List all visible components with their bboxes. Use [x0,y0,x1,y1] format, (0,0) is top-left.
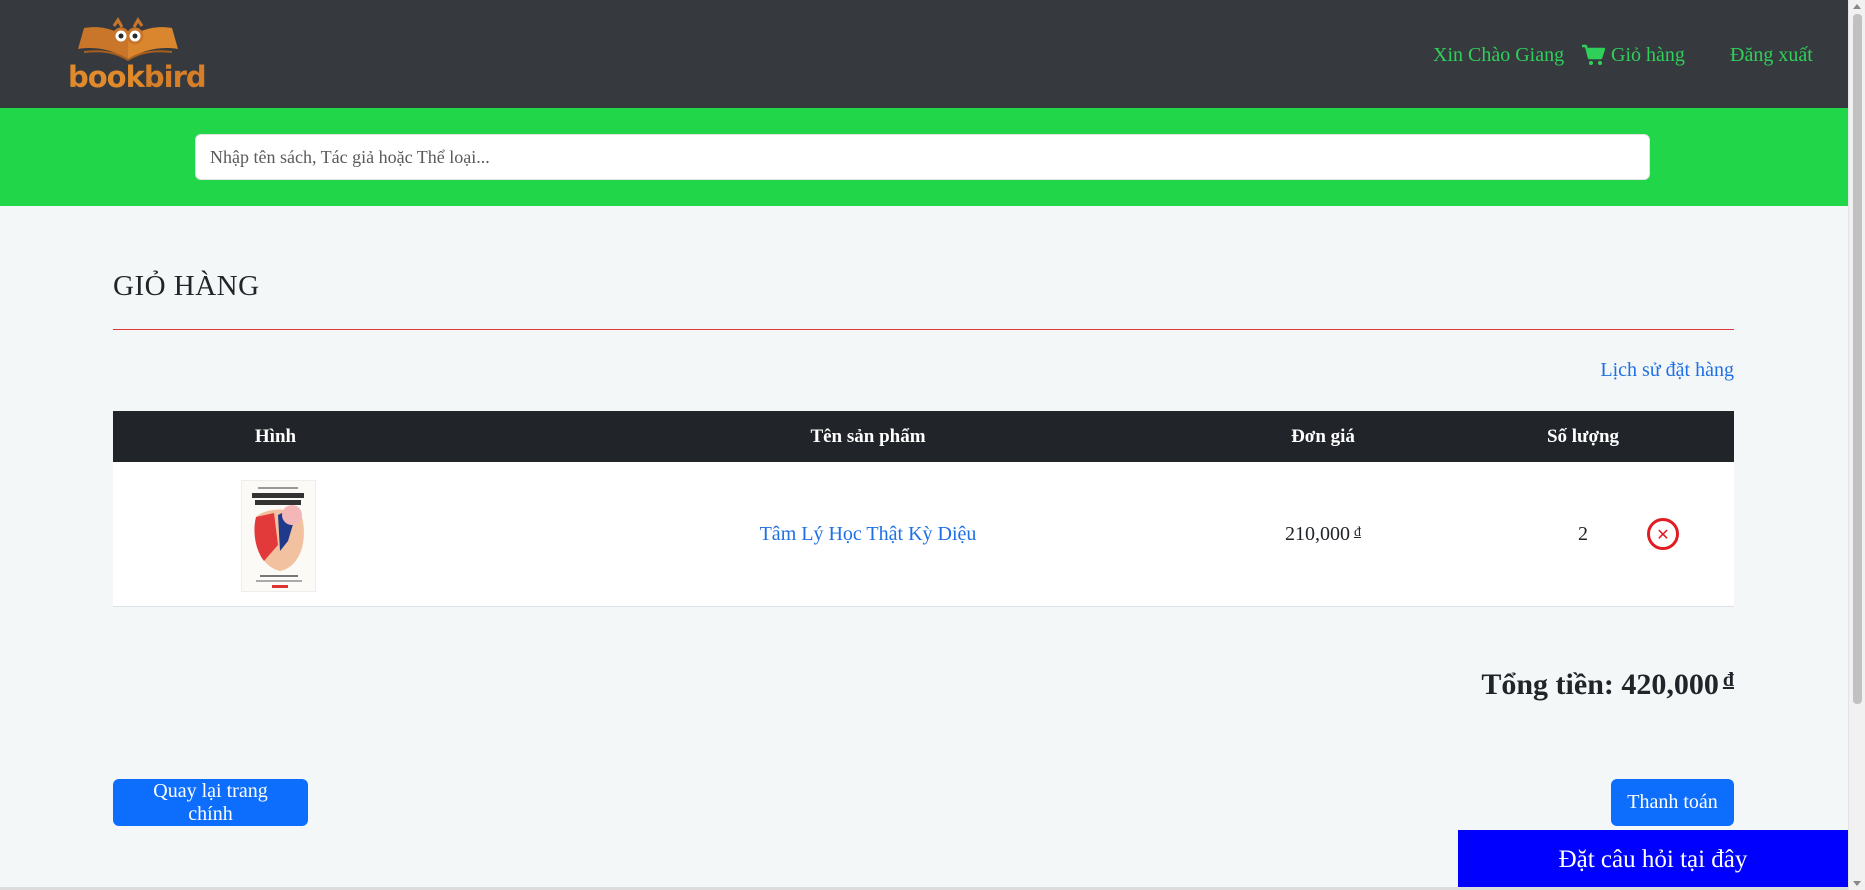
search-band [0,108,1848,206]
remove-item-button[interactable]: ✕ [1647,518,1679,550]
title-divider [113,329,1734,330]
book-cover-icon [242,481,315,591]
scroll-down-icon[interactable] [1853,881,1861,886]
greeting-link[interactable]: Xin Chào Giang [1433,44,1564,67]
back-to-home-button[interactable]: Quay lại trang chính [113,779,308,826]
nav-cart-link[interactable]: Giỏ hàng [1581,44,1685,67]
col-header-image: Hình [254,425,297,447]
table-header: Hình Tên sản phẩm Đơn giá Số lượng [113,411,1734,462]
logout-link[interactable]: Đăng xuất [1730,44,1813,67]
order-history-link[interactable]: Lịch sử đặt hàng [1600,359,1734,382]
total-label: Tổng tiền: 420,000 [1481,668,1719,701]
cart-total: Tổng tiền: 420,000 đ [1481,668,1734,702]
page-title: GIỎ HÀNG [113,270,260,302]
top-navbar: bookbird Xin Chào Giang Giỏ hàng Đăng xu… [0,0,1848,108]
search-input[interactable] [195,134,1650,180]
logo-wordmark: bookbird [68,60,207,94]
table-row: Tâm Lý Học Thật Kỳ Diệu 210,000 đ 2 ✕ [113,462,1734,607]
checkout-button[interactable]: Thanh toán [1611,779,1734,826]
col-header-quantity: Số lượng [1546,425,1620,447]
cart-table: Hình Tên sản phẩm Đơn giá Số lượng Tâm L… [113,411,1734,607]
currency-symbol: đ [1354,524,1361,540]
col-header-price: Đơn giá [1291,425,1355,447]
cart-icon [1582,44,1605,65]
close-icon: ✕ [1656,524,1670,544]
total-currency: đ [1722,669,1734,691]
vertical-scrollbar[interactable] [1848,0,1865,890]
ask-question-button[interactable]: Đặt câu hỏi tại đây [1458,830,1848,890]
bookbird-logo[interactable]: bookbird [66,16,207,94]
scrollbar-thumb[interactable] [1853,14,1862,704]
book-cover-image [241,480,316,592]
unit-price: 210,000 đ [1153,523,1493,546]
nav-cart-label: Giỏ hàng [1611,43,1685,66]
unit-price-value: 210,000 [1285,522,1350,545]
scroll-up-icon[interactable] [1853,4,1861,9]
book-owl-icon [78,17,178,61]
